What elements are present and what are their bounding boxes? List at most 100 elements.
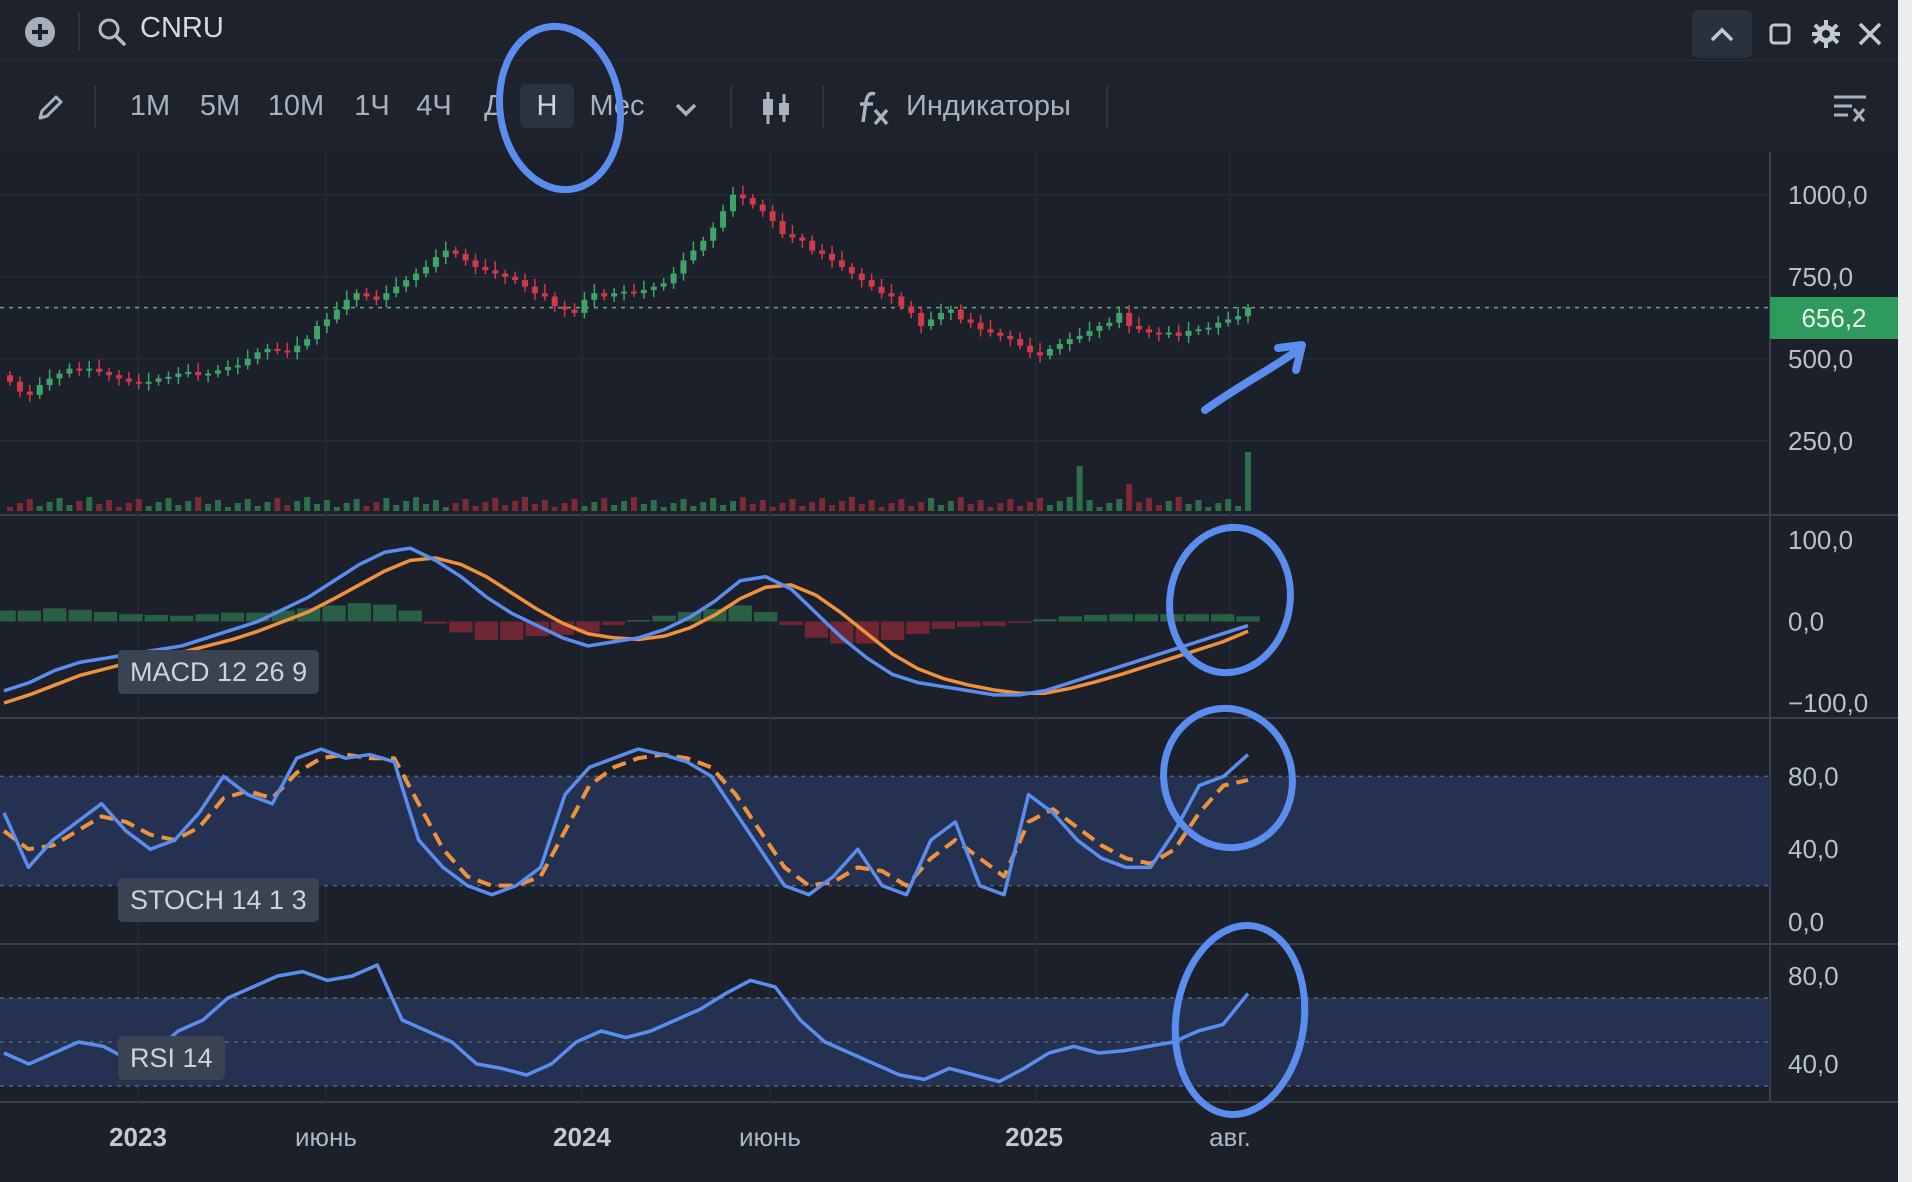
candle-body xyxy=(779,221,786,235)
chart-area[interactable]: 1000,0 750,0 500,0 250,0 100,0 0,0 −100,0 80,0 4… xyxy=(0,0,1898,1182)
macd-histogram-bar xyxy=(17,610,42,622)
volume-bar xyxy=(224,507,231,511)
candle-body xyxy=(541,293,548,297)
volume-bar xyxy=(591,502,598,511)
candle-body xyxy=(937,312,944,320)
volume-bar xyxy=(1106,503,1113,511)
candle-body xyxy=(898,296,905,307)
stoch-legend-badge[interactable]: STOCH 14 1 3 xyxy=(118,878,319,922)
rsi-legend-badge[interactable]: RSI 14 xyxy=(118,1036,225,1080)
volume-bar xyxy=(373,502,380,511)
volume-bar xyxy=(115,507,122,511)
candle-body xyxy=(1185,330,1192,336)
volume-bar xyxy=(333,507,340,511)
volume-bar xyxy=(482,502,489,511)
x-axis-label: 2023 xyxy=(109,1122,167,1152)
candle-body xyxy=(611,293,618,297)
volume-bar xyxy=(650,500,657,511)
volume-bar xyxy=(1245,452,1251,511)
current-price-label: 656,2 xyxy=(1770,297,1898,339)
volume-bar xyxy=(56,498,63,511)
macd-histogram-bar xyxy=(195,614,219,622)
macd-histogram-bar xyxy=(931,621,956,629)
x-axis-label: июнь xyxy=(739,1122,801,1152)
volume-bar xyxy=(353,499,360,511)
volume-bar xyxy=(264,502,271,511)
x-axis-label: 2025 xyxy=(1005,1122,1063,1152)
candle-body xyxy=(185,371,192,374)
candle-body xyxy=(848,266,855,274)
volume-bar xyxy=(878,507,885,511)
volume-bar xyxy=(868,500,875,511)
candle-body xyxy=(76,368,83,371)
volume-bar xyxy=(7,507,13,511)
macd-legend-badge[interactable]: MACD 12 26 9 xyxy=(118,650,320,694)
candle-body xyxy=(1007,335,1014,340)
volume-bar xyxy=(551,507,558,511)
volume-bar xyxy=(393,505,400,511)
volume-bar xyxy=(36,506,43,511)
candle-body xyxy=(680,260,687,274)
macd-histogram-bar xyxy=(500,621,524,640)
volume-bar xyxy=(343,503,350,511)
candle-body xyxy=(531,286,538,294)
candle-body xyxy=(46,378,53,386)
stoch-tick: 40,0 xyxy=(1788,834,1839,864)
candle-body xyxy=(858,273,865,281)
volume-bar xyxy=(284,505,291,511)
volume-bar xyxy=(244,499,251,511)
candle-body xyxy=(1106,322,1113,326)
volume-bar xyxy=(967,504,974,511)
candle-body xyxy=(175,373,182,377)
volume-bar xyxy=(908,506,915,511)
candle-body xyxy=(413,273,420,281)
candle-body xyxy=(650,286,657,290)
macd-histogram-bar xyxy=(144,614,169,622)
candle-body xyxy=(1086,330,1093,336)
rsi-tick: 80,0 xyxy=(1788,961,1839,991)
candle-body xyxy=(838,260,845,267)
stoch-band xyxy=(0,776,1770,886)
volume-bar xyxy=(522,497,529,511)
candle-body xyxy=(86,368,93,371)
candle-body xyxy=(1116,312,1123,323)
candle-body xyxy=(393,286,400,294)
candle-body xyxy=(769,211,776,222)
candle-body xyxy=(601,293,608,297)
volume-bar xyxy=(512,501,519,511)
candle-body xyxy=(1145,329,1152,333)
candle-body xyxy=(720,211,727,228)
macd-histogram-bar xyxy=(627,620,651,622)
volume-bar xyxy=(135,499,142,511)
candle-body xyxy=(1136,326,1143,330)
candle-body xyxy=(1027,345,1034,353)
candle-body xyxy=(343,299,350,310)
volume-bar xyxy=(452,503,459,511)
stoch-tick: 80,0 xyxy=(1788,761,1839,791)
volume-bar xyxy=(1145,498,1152,511)
volume-bar xyxy=(561,503,568,511)
volume-bar xyxy=(314,504,321,511)
volume-bar xyxy=(442,507,449,511)
macd-histogram-bar xyxy=(982,621,1006,626)
candle-body xyxy=(710,227,717,241)
volume-bar xyxy=(739,497,746,511)
price-tick: 250,0 xyxy=(1788,426,1853,456)
candle-body xyxy=(670,273,677,284)
candle-body xyxy=(26,391,33,395)
candle-body xyxy=(106,371,113,376)
candle-body xyxy=(1235,316,1242,320)
candle-body xyxy=(1066,339,1073,345)
candle-body xyxy=(373,296,380,300)
volume-bar xyxy=(700,502,707,511)
macd-histogram-bar xyxy=(1236,616,1260,622)
candle-body xyxy=(224,367,231,371)
macd-histogram-bar xyxy=(373,604,397,622)
candle-body xyxy=(581,299,588,313)
candle-body xyxy=(452,250,459,254)
macd-histogram-bar xyxy=(779,621,803,626)
price-tick: 500,0 xyxy=(1788,344,1853,374)
volume-bar xyxy=(214,500,221,511)
volume-bar xyxy=(1096,507,1103,511)
candle-body xyxy=(829,253,836,261)
